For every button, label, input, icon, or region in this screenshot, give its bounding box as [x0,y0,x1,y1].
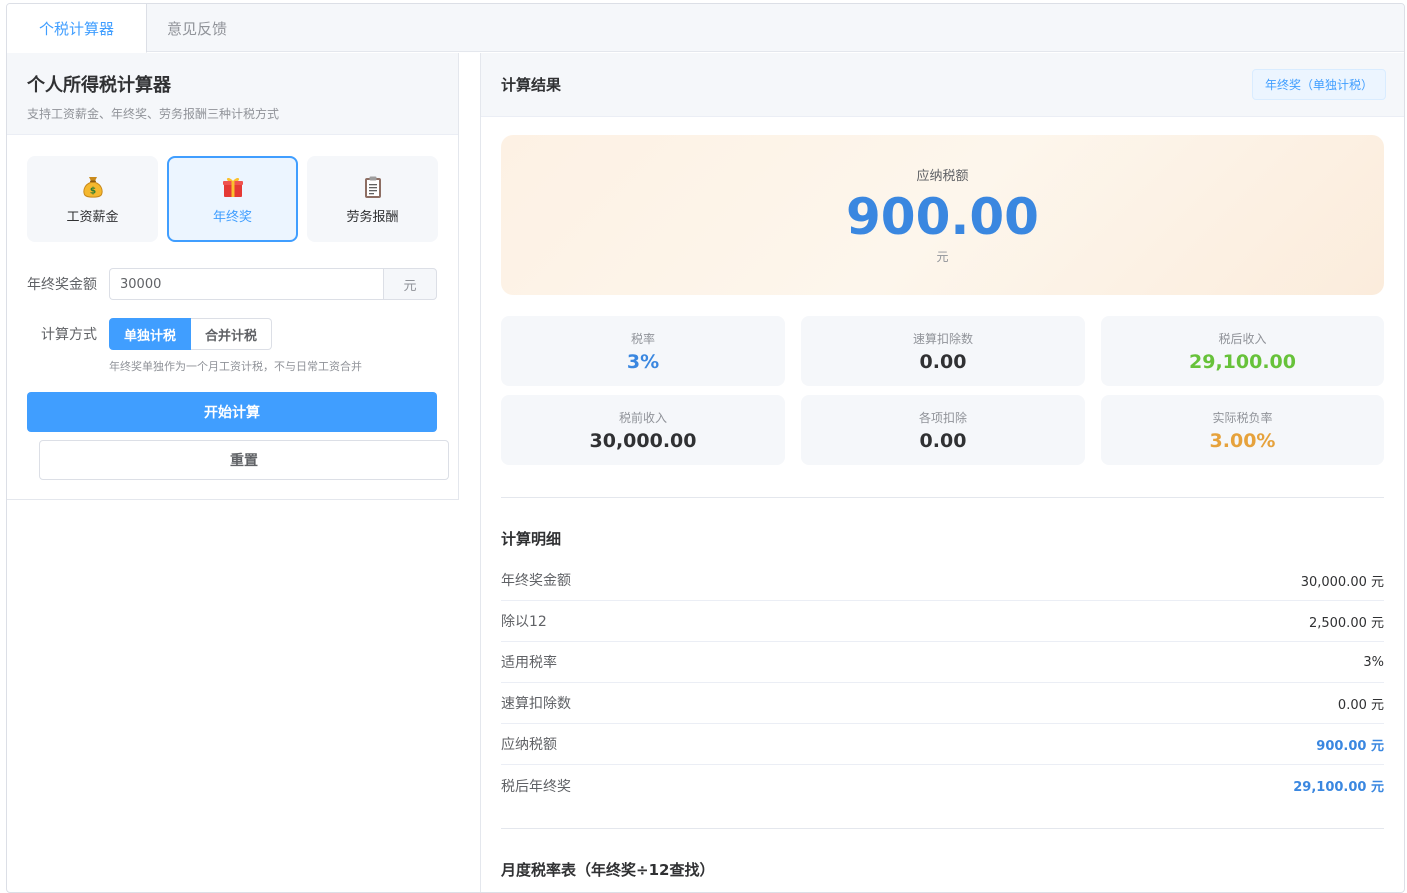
rate-table-title: 月度税率表（年终奖÷12查找） [501,861,715,879]
stat-deductions: 各项扣除 0.00 [801,395,1085,465]
detail-label: 应纳税额 [501,737,557,753]
result-header: 计算结果 年终奖（单独计税） [481,53,1404,117]
stat-tax-rate: 税率 3% [501,316,785,386]
method-hint: 年终奖单独作为一个月工资计税，不与日常工资合并 [109,360,362,373]
detail-label: 适用税率 [501,655,557,671]
stat-pre-tax-income: 税前收入 30,000.00 [501,395,785,465]
method-combined-button[interactable]: 合并计税 [191,318,273,350]
gift-icon [222,177,243,197]
mode-salary-label: 工资薪金 [66,209,119,225]
detail-row: 适用税率 3% [501,642,1384,683]
app-window: 个税计算器 意见反馈 个人所得税计算器 支持工资薪金、年终奖、劳务报酬三种计税方… [6,3,1405,893]
tax-payable-value: 900.00 [846,188,1039,246]
divider [501,497,1384,498]
tab-tax-calculator[interactable]: 个税计算器 [7,4,147,53]
detail-label: 年终奖金额 [501,573,571,589]
stat-value: 0.00 [919,350,967,373]
calculator-subtitle: 支持工资薪金、年终奖、劳务报酬三种计税方式 [27,107,280,121]
stat-label: 速算扣除数 [912,331,973,346]
calculator-title: 个人所得税计算器 [27,75,171,96]
tab-bar: 个税计算器 意见反馈 [7,4,1404,53]
detail-row: 除以12 2,500.00 元 [501,601,1384,642]
method-row: 计算方式 单独计税 合并计税 [41,318,273,350]
stat-value: 0.00 [919,429,967,452]
stat-label: 各项扣除 [918,410,967,425]
amount-unit: 元 [383,268,437,300]
detail-value: 2,500.00 元 [1308,615,1384,631]
detail-value: 29,100.00 元 [1293,780,1384,795]
reset-button[interactable]: 重置 [39,440,449,480]
tax-payable-card: 应纳税额 900.00 元 [501,135,1384,295]
divider [501,828,1384,829]
detail-row: 年终奖金额 30,000.00 元 [501,560,1384,601]
start-calculate-button[interactable]: 开始计算 [27,392,437,432]
mode-tag: 年终奖（单独计税） [1251,69,1386,100]
bonus-amount-input[interactable] [109,268,383,300]
detail-row: 速算扣除数 0.00 元 [501,683,1384,724]
stat-value: 29,100.00 [1189,350,1296,373]
result-title: 计算结果 [501,76,562,94]
calculator-header: 个人所得税计算器 支持工资薪金、年终奖、劳务报酬三种计税方式 [7,53,458,135]
detail-value: 0.00 元 [1337,697,1384,713]
stat-value: 3.00% [1209,429,1276,452]
detail-label: 速算扣除数 [501,696,571,712]
stat-value: 30,000.00 [589,429,697,452]
stat-label: 税率 [630,331,655,346]
stat-label: 税前收入 [618,410,667,425]
bonus-amount-row: 年终奖金额 元 [27,268,437,300]
bonus-amount-label: 年终奖金额 [27,277,97,293]
detail-row: 应纳税额 900.00 元 [501,724,1384,765]
mode-salary[interactable]: $ 工资薪金 [27,156,158,242]
tab-feedback[interactable]: 意见反馈 [147,4,248,53]
stat-value: 3% [626,350,660,373]
detail-title: 计算明细 [501,530,562,548]
detail-value: 3% [1363,654,1384,670]
mode-annual-bonus-label: 年终奖 [212,209,252,225]
method-separate-button[interactable]: 单独计税 [109,318,192,350]
detail-label: 税后年终奖 [501,778,571,795]
detail-list: 年终奖金额 30,000.00 元 除以12 2,500.00 元 适用税率 3… [501,560,1384,806]
stat-quick-deduction: 速算扣除数 0.00 [801,316,1085,386]
result-panel: 计算结果 年终奖（单独计税） 应纳税额 900.00 元 税率 3% 速算扣除数… [480,53,1404,892]
detail-label: 除以12 [501,614,547,630]
method-label: 计算方式 [41,327,97,343]
stat-label: 税后收入 [1218,331,1267,346]
stats-grid: 税率 3% 速算扣除数 0.00 税后收入 29,100.00 税前收入 30,… [501,316,1384,465]
calculator-panel: 个人所得税计算器 支持工资薪金、年终奖、劳务报酬三种计税方式 $ 工资薪金 年终… [7,53,459,500]
detail-value: 30,000.00 元 [1300,574,1384,590]
money-bag-icon: $ [82,176,103,198]
clipboard-icon [364,176,381,198]
detail-value: 900.00 元 [1316,738,1384,754]
tax-mode-selector: $ 工资薪金 年终奖 劳务报酬 [27,156,438,242]
stat-effective-rate: 实际税负率 3.00% [1101,395,1384,465]
svg-text:$: $ [89,186,95,196]
mode-labor-label: 劳务报酬 [346,209,399,225]
stat-after-tax-income: 税后收入 29,100.00 [1101,316,1384,386]
detail-row: 税后年终奖 29,100.00 元 [501,765,1384,806]
tax-payable-label: 应纳税额 [916,169,969,184]
tax-payable-unit: 元 [936,250,949,264]
mode-labor-remuneration[interactable]: 劳务报酬 [307,156,438,242]
stat-label: 实际税负率 [1212,410,1273,425]
method-segmented-control: 单独计税 合并计税 [109,318,273,350]
mode-annual-bonus[interactable]: 年终奖 [167,156,298,242]
